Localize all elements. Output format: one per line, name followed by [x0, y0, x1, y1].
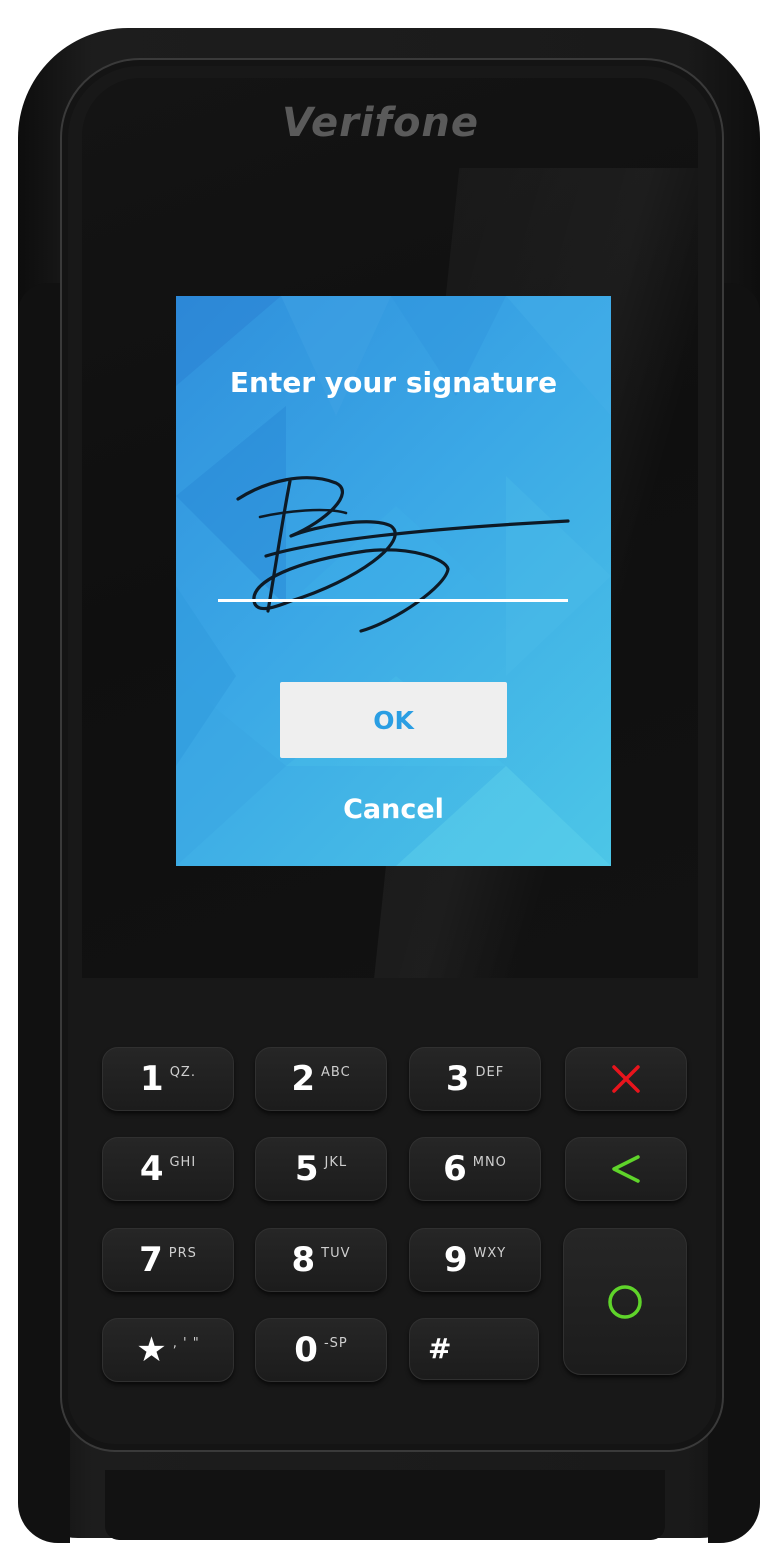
key-letters: , ' "	[172, 1335, 200, 1351]
screen-title: Enter your signature	[229, 366, 558, 399]
key-star[interactable]: ★ , ' "	[102, 1318, 234, 1382]
key-2[interactable]: 2 ABC	[255, 1047, 387, 1111]
key-digit: 0	[294, 1330, 318, 1370]
signature-pad[interactable]	[196, 441, 596, 641]
signature-line	[218, 599, 568, 602]
key-digit: 4	[139, 1149, 164, 1189]
key-letters: MNO	[472, 1154, 507, 1170]
key-digit: 7	[139, 1240, 163, 1280]
key-digit: 8	[291, 1240, 316, 1280]
terminal-base	[105, 1470, 665, 1540]
key-6[interactable]: 6 MNO	[409, 1137, 541, 1201]
key-digit: 6	[443, 1149, 467, 1189]
key-letters: ABC	[321, 1064, 351, 1080]
brand-logo: Verifone	[281, 100, 480, 146]
key-7[interactable]: 7 PRS	[102, 1228, 234, 1292]
key-letters: PRS	[168, 1245, 197, 1261]
ok-button[interactable]: OK	[280, 682, 507, 758]
key-letters: WXY	[473, 1245, 507, 1261]
clear-key[interactable]	[565, 1137, 687, 1201]
green-circle-icon	[608, 1284, 642, 1319]
key-letters: DEF	[475, 1064, 505, 1080]
key-digit: 2	[291, 1059, 315, 1099]
key-digit: 1	[140, 1059, 164, 1099]
key-3[interactable]: 3 DEF	[409, 1047, 541, 1111]
cancel-key[interactable]	[565, 1047, 687, 1111]
key-digit: 9	[443, 1240, 468, 1280]
key-digit: 3	[445, 1059, 470, 1099]
key-hash[interactable]: #	[409, 1318, 539, 1380]
cancel-button[interactable]: Cancel	[280, 784, 507, 834]
enter-key[interactable]	[563, 1228, 687, 1375]
key-digit: #	[428, 1332, 452, 1365]
key-5[interactable]: 5 JKL	[255, 1137, 387, 1201]
key-1[interactable]: 1 QZ.	[102, 1047, 234, 1111]
key-letters: TUV	[321, 1245, 351, 1261]
key-0[interactable]: 0 -SP	[255, 1318, 387, 1382]
key-letters: QZ.	[169, 1064, 196, 1080]
signature-stroke	[266, 479, 292, 613]
payment-terminal: Verifone Enter your signature OK Cancel	[0, 0, 761, 1543]
key-digit: 5	[294, 1149, 319, 1189]
key-9[interactable]: 9 WXY	[409, 1228, 541, 1292]
key-letters: GHI	[169, 1154, 197, 1170]
red-x-icon	[612, 1065, 640, 1093]
green-backspace-chevron-icon	[612, 1155, 640, 1183]
key-4[interactable]: 4 GHI	[102, 1137, 234, 1201]
key-8[interactable]: 8 TUV	[255, 1228, 387, 1292]
signature-screen: Enter your signature OK Cancel	[176, 296, 611, 866]
key-letters: JKL	[324, 1154, 348, 1170]
key-digit: ★	[136, 1330, 167, 1370]
key-letters: -SP	[323, 1335, 348, 1351]
signature-stroke	[258, 508, 348, 519]
